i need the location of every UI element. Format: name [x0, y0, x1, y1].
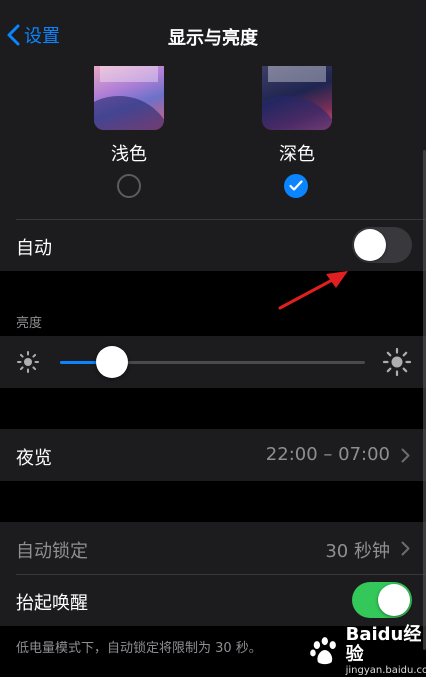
preview-wallpaper-shape: [262, 96, 332, 130]
night-shift-row[interactable]: 夜览 22:00 – 07:00: [0, 429, 426, 481]
row-separator: [16, 219, 426, 220]
automatic-switch[interactable]: [352, 227, 412, 263]
row-separator: [16, 574, 426, 575]
switch-knob: [354, 229, 386, 261]
night-shift-schedule: 22:00 – 07:00: [265, 444, 390, 465]
switch-knob: [378, 584, 410, 616]
automatic-row[interactable]: 自动: [0, 219, 426, 271]
dark-mode-label: 深色: [279, 144, 315, 165]
appearance-section: 浅色 深色: [0, 66, 426, 219]
baidu-watermark: Baidu经验 jingyan.baidu.com: [308, 625, 426, 677]
page-title: 显示与亮度: [168, 28, 258, 49]
dark-mode-preview[interactable]: [262, 66, 332, 130]
navigation-bar: 设置 显示与亮度: [0, 0, 426, 67]
brightness-section-header: 亮度: [16, 316, 43, 331]
preview-status-bar: [100, 66, 158, 82]
chevron-right-icon: [401, 541, 410, 556]
chevron-right-icon: [401, 448, 410, 463]
preview-wallpaper-shape: [94, 96, 164, 130]
watermark-brand: Baidu经验: [345, 624, 422, 665]
checkmark-icon: [289, 180, 303, 191]
automatic-label: 自动: [16, 238, 52, 259]
raise-to-wake-label: 抬起唤醒: [16, 593, 88, 614]
low-power-footnote: 低电量模式下，自动锁定将限制为 30 秒。: [16, 641, 262, 656]
raise-to-wake-row[interactable]: 抬起唤醒: [0, 574, 426, 626]
auto-lock-value: 30 秒钟: [325, 541, 390, 562]
auto-lock-label: 自动锁定: [16, 541, 88, 562]
sun-large-icon: [382, 347, 412, 377]
light-mode-radio[interactable]: [117, 174, 141, 198]
brightness-slider-knob[interactable]: [95, 346, 128, 378]
watermark-url: jingyan.baidu.com: [345, 665, 426, 676]
light-mode-preview[interactable]: [94, 66, 164, 130]
annotation-arrow-icon: [278, 271, 348, 310]
night-shift-label: 夜览: [16, 448, 52, 469]
sun-small-icon: [17, 351, 39, 373]
preview-status-bar: [268, 66, 326, 82]
baidu-paw-icon: [310, 637, 336, 665]
dark-mode-radio[interactable]: [284, 174, 308, 198]
raise-to-wake-switch[interactable]: [352, 582, 412, 618]
light-mode-label: 浅色: [111, 144, 147, 165]
auto-lock-row[interactable]: 自动锁定 30 秒钟: [0, 522, 426, 574]
